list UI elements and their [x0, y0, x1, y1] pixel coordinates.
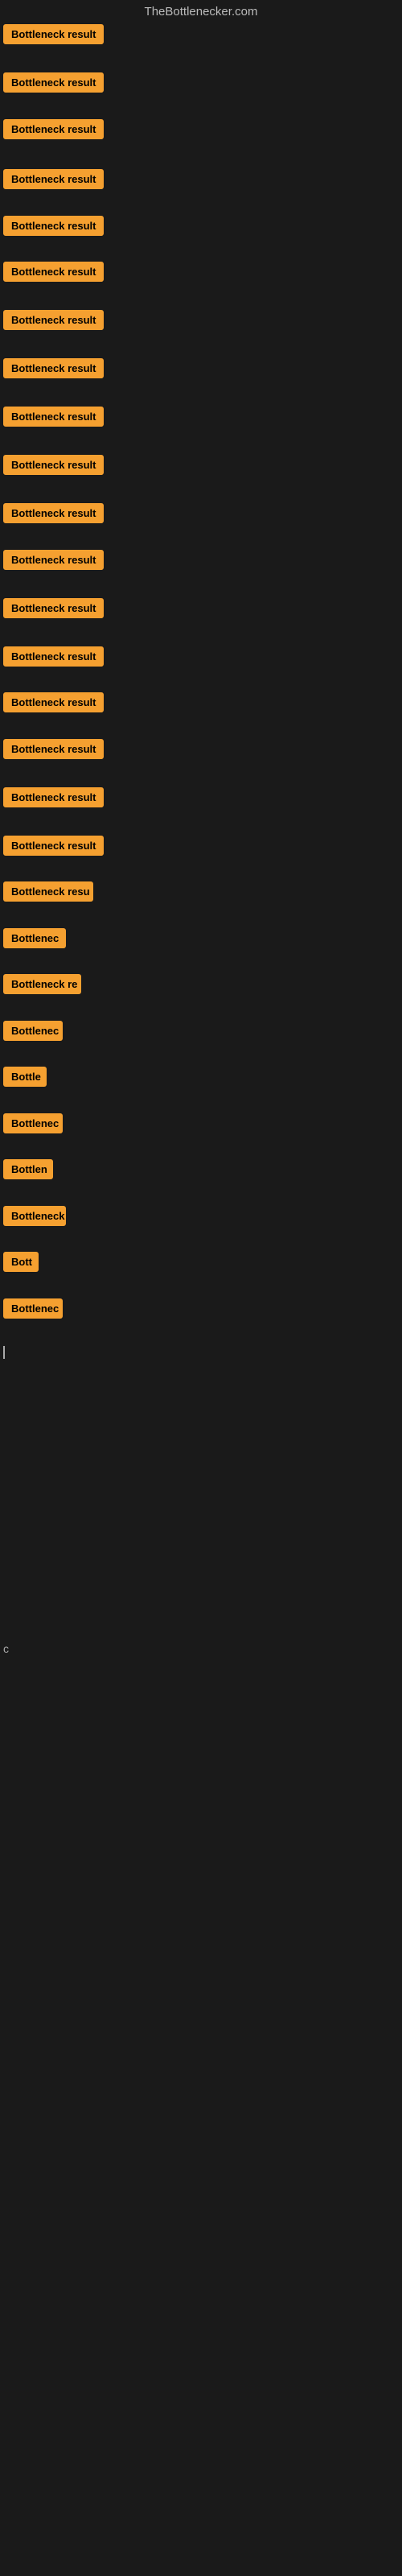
bottleneck-item-6: Bottleneck result: [3, 262, 104, 286]
bottleneck-badge-23: Bottle: [3, 1067, 47, 1087]
bottleneck-badge-14: Bottleneck result: [3, 646, 104, 667]
single-char: c: [3, 1642, 9, 1655]
bottleneck-badge-22: Bottlenec: [3, 1021, 63, 1041]
bottleneck-badge-1: Bottleneck result: [3, 24, 104, 44]
bottleneck-badge-4: Bottleneck result: [3, 169, 104, 189]
bottleneck-badge-13: Bottleneck result: [3, 598, 104, 618]
bottleneck-badge-12: Bottleneck result: [3, 550, 104, 570]
bottleneck-item-25: Bottlen: [3, 1159, 53, 1183]
bottleneck-item-5: Bottleneck result: [3, 216, 104, 240]
bottleneck-item-14: Bottleneck result: [3, 646, 104, 671]
bottleneck-item-19: Bottleneck resu: [3, 881, 93, 906]
bottleneck-badge-21: Bottleneck re: [3, 974, 81, 994]
bottleneck-badge-11: Bottleneck result: [3, 503, 104, 523]
bottleneck-item-10: Bottleneck result: [3, 455, 104, 479]
bottleneck-badge-24: Bottlenec: [3, 1113, 63, 1133]
bottleneck-item-15: Bottleneck result: [3, 692, 104, 716]
bottleneck-item-27: Bott: [3, 1252, 39, 1276]
bottleneck-item-7: Bottleneck result: [3, 310, 104, 334]
text-cursor: [3, 1346, 5, 1359]
bottleneck-badge-16: Bottleneck result: [3, 739, 104, 759]
bottleneck-badge-17: Bottleneck result: [3, 787, 104, 807]
bottleneck-item-22: Bottlenec: [3, 1021, 63, 1045]
bottleneck-item-28: Bottlenec: [3, 1298, 63, 1323]
bottleneck-item-17: Bottleneck result: [3, 787, 104, 811]
bottleneck-badge-26: Bottleneck: [3, 1206, 66, 1226]
bottleneck-item-9: Bottleneck result: [3, 407, 104, 431]
bottleneck-item-2: Bottleneck result: [3, 72, 104, 97]
bottleneck-badge-25: Bottlen: [3, 1159, 53, 1179]
bottleneck-item-4: Bottleneck result: [3, 169, 104, 193]
bottleneck-item-18: Bottleneck result: [3, 836, 104, 860]
bottleneck-item-1: Bottleneck result: [3, 24, 104, 48]
bottleneck-item-16: Bottleneck result: [3, 739, 104, 763]
bottleneck-badge-15: Bottleneck result: [3, 692, 104, 712]
bottleneck-item-11: Bottleneck result: [3, 503, 104, 527]
bottleneck-badge-6: Bottleneck result: [3, 262, 104, 282]
bottleneck-badge-27: Bott: [3, 1252, 39, 1272]
bottleneck-badge-18: Bottleneck result: [3, 836, 104, 856]
bottleneck-item-13: Bottleneck result: [3, 598, 104, 622]
bottleneck-badge-7: Bottleneck result: [3, 310, 104, 330]
bottleneck-badge-2: Bottleneck result: [3, 72, 104, 93]
bottleneck-item-12: Bottleneck result: [3, 550, 104, 574]
bottleneck-item-23: Bottle: [3, 1067, 47, 1091]
bottleneck-badge-20: Bottlenec: [3, 928, 66, 948]
page-wrapper: TheBottlenecker.com Bottleneck result Bot…: [0, 0, 402, 2576]
bottleneck-item-20: Bottlenec: [3, 928, 66, 952]
bottleneck-badge-5: Bottleneck result: [3, 216, 104, 236]
bottleneck-item-8: Bottleneck result: [3, 358, 104, 382]
bottleneck-item-26: Bottleneck: [3, 1206, 66, 1230]
bottleneck-badge-10: Bottleneck result: [3, 455, 104, 475]
bottleneck-item-24: Bottlenec: [3, 1113, 63, 1137]
bottleneck-badge-3: Bottleneck result: [3, 119, 104, 139]
bottleneck-badge-19: Bottleneck resu: [3, 881, 93, 902]
site-title: TheBottlenecker.com: [0, 0, 402, 22]
bottleneck-item-21: Bottleneck re: [3, 974, 81, 998]
bottleneck-badge-28: Bottlenec: [3, 1298, 63, 1319]
bottleneck-badge-8: Bottleneck result: [3, 358, 104, 378]
bottleneck-item-3: Bottleneck result: [3, 119, 104, 143]
bottleneck-badge-9: Bottleneck result: [3, 407, 104, 427]
